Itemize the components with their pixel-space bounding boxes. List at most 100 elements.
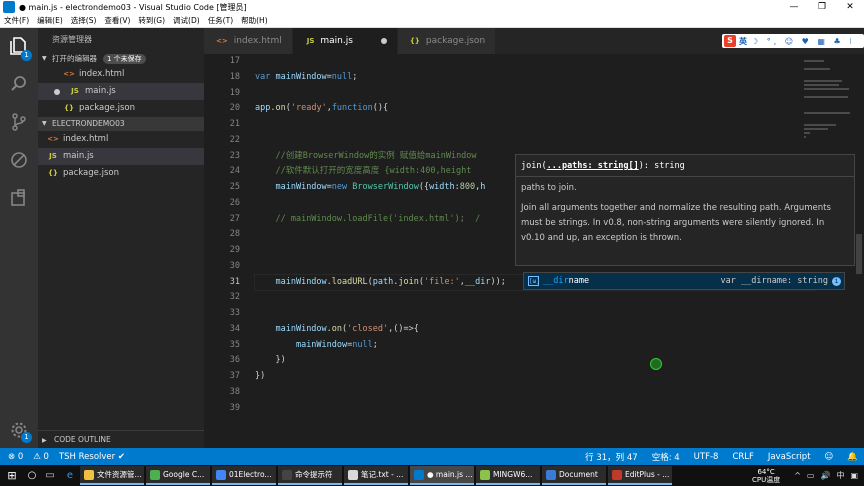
function-description: Join all arguments together and normaliz… <box>521 203 831 243</box>
line-number: 19 <box>229 87 240 98</box>
ime-toolbar[interactable]: S 英 ☽ °, ☺ ♥ ▦ ♣ ⁝ <box>722 34 864 48</box>
code-line[interactable] <box>255 133 815 149</box>
input-language-icon[interactable]: 中 <box>836 470 844 481</box>
menu-view[interactable]: 查看(V) <box>104 15 130 26</box>
tab-package-json[interactable]: {} package.json <box>397 28 497 54</box>
menu-tasks[interactable]: 任务(T) <box>208 15 233 26</box>
ime-mode[interactable]: 英 <box>739 36 747 47</box>
code-editor[interactable]: 17 18 19 20 21 22 23 24 25 26 27 28 29 30 31 32 33 34 35 36… <box>204 54 864 448</box>
line-number: 21 <box>229 119 240 129</box>
project-file-index-html[interactable]: <> index.html <box>38 131 204 148</box>
taskbar-app[interactable]: Google C... <box>146 466 210 485</box>
taskbar-app[interactable]: 命令提示符 <box>278 466 342 485</box>
taskbar-app[interactable]: 01Electro... <box>212 466 276 485</box>
menu-goto[interactable]: 转到(G) <box>138 15 165 26</box>
volume-icon[interactable]: 🔊 <box>820 471 830 480</box>
errors-count[interactable]: ⊗ 0 <box>8 452 23 462</box>
js-file-icon: JS <box>71 87 79 95</box>
unsaved-dot-icon[interactable] <box>380 38 387 44</box>
code-outline-header[interactable]: ▶ CODE OUTLINE <box>38 430 204 448</box>
ime-tool-icons[interactable]: ☽ °, ☺ ♥ ▦ ♣ ⁝ <box>751 37 855 46</box>
close-button[interactable]: ✕ <box>836 2 864 12</box>
vertical-scrollbar[interactable] <box>854 54 864 448</box>
code-line[interactable] <box>255 290 815 306</box>
warnings-count[interactable]: ⚠ 0 <box>33 452 49 462</box>
code-line[interactable]: mainWindow.on('closed',()=>{ <box>255 322 815 338</box>
code-line[interactable] <box>255 54 815 70</box>
minimap-line <box>804 80 842 82</box>
taskbar-app[interactable]: 笔记.txt - ... <box>344 466 408 485</box>
taskbar-app[interactable]: Document <box>542 466 606 485</box>
language-mode[interactable]: JavaScript <box>768 452 811 462</box>
minimize-button[interactable]: — <box>780 2 808 12</box>
tsh-resolver[interactable]: TSH Resolver ✔ <box>59 452 125 462</box>
encoding[interactable]: UTF-8 <box>694 452 719 462</box>
file-label: main.js <box>85 86 116 96</box>
open-editor-package-json[interactable]: {} package.json <box>38 100 204 117</box>
menu-file[interactable]: 文件(F) <box>4 15 29 26</box>
maximize-button[interactable]: ❐ <box>808 2 836 12</box>
battery-icon[interactable]: ▭ <box>807 471 815 480</box>
task-view-icon[interactable]: ▭ <box>40 470 60 481</box>
windows-start-icon[interactable]: ⊞ <box>0 469 24 482</box>
menu-help[interactable]: 帮助(H) <box>241 15 268 26</box>
project-file-main-js[interactable]: JS main.js <box>38 148 204 165</box>
minimap-line <box>804 128 828 130</box>
cortana-icon[interactable]: ○ <box>24 470 40 481</box>
code-line[interactable] <box>255 385 815 401</box>
extensions-icon[interactable] <box>9 188 29 208</box>
menu-debug[interactable]: 调试(D) <box>173 15 200 26</box>
code-line[interactable]: mainWindow=null; <box>255 338 815 354</box>
tray-expand-icon[interactable]: ^ <box>794 471 801 480</box>
app-label: 命令提示符 <box>295 470 333 479</box>
feedback-icon[interactable]: ☺ <box>825 452 834 462</box>
edge-icon[interactable]: e <box>60 470 80 481</box>
chevron-down-icon: ▼ <box>42 120 47 127</box>
notification-bell-icon[interactable]: 🔔 <box>847 452 858 462</box>
action-center-icon[interactable]: ▣ <box>850 471 858 480</box>
cpu-temperature[interactable]: 64°C CPU温度 <box>752 468 780 484</box>
taskbar-app[interactable]: MINGW6... <box>476 466 540 485</box>
minimap[interactable] <box>804 54 850 138</box>
scrollbar-thumb[interactable] <box>856 234 862 274</box>
app-label: MINGW6... <box>493 470 533 479</box>
code-line[interactable] <box>255 401 815 417</box>
code-line[interactable] <box>255 86 815 102</box>
line-number: 37 <box>229 371 240 381</box>
indentation[interactable]: 空格: 4 <box>652 451 680 463</box>
code-line[interactable]: var mainWindow=null; <box>255 70 815 86</box>
taskbar-app[interactable]: EditPlus - ... <box>608 466 672 485</box>
project-file-package-json[interactable]: {} package.json <box>38 165 204 182</box>
tab-main-js[interactable]: JS main.js <box>292 28 398 54</box>
line-number: 26 <box>229 197 240 208</box>
taskbar-app[interactable]: 文件资源管... <box>80 466 144 485</box>
unsaved-dot-icon <box>54 88 60 95</box>
info-icon[interactable]: i <box>832 276 841 286</box>
debug-icon[interactable] <box>9 150 29 170</box>
line-number: 34 <box>229 323 240 334</box>
end-of-line[interactable]: CRLF <box>732 452 753 462</box>
tab-index-html[interactable]: <> index.html <box>204 28 293 54</box>
taskbar-apps: 文件资源管... Google C... 01Electro... 命令提示符 笔记.t… <box>80 466 674 485</box>
search-icon[interactable] <box>9 74 29 94</box>
open-editors-header[interactable]: ▼ 打开的编辑器 1 个未保存 <box>38 52 204 66</box>
code-line[interactable]: }) <box>255 353 815 369</box>
project-folder-header[interactable]: ▼ ELECTRONDEMO03 <box>38 117 204 131</box>
signature-prefix: join( <box>521 161 547 171</box>
file-label: package.json <box>63 168 119 178</box>
code-line[interactable]: app.on('ready',function(){ <box>255 101 815 117</box>
open-editor-index-html[interactable]: <> index.html <box>38 66 204 83</box>
app-icon <box>546 469 556 480</box>
file-label: index.html <box>79 69 125 79</box>
menu-edit[interactable]: 编辑(E) <box>37 15 63 26</box>
cursor-position[interactable]: 行 31，列 47 <box>585 451 638 463</box>
open-editor-main-js[interactable]: JS main.js <box>38 83 204 100</box>
code-line[interactable] <box>255 117 815 133</box>
source-control-icon[interactable] <box>9 112 29 132</box>
code-line[interactable] <box>255 306 815 322</box>
menu-selection[interactable]: 选择(S) <box>71 15 97 26</box>
code-line[interactable]: }) <box>255 369 815 385</box>
suggestion-item[interactable]: [ω] __dirname var __dirname: string i <box>523 272 845 290</box>
sogou-logo-icon: S <box>724 35 736 47</box>
taskbar-app[interactable]: ● main.js ... <box>410 466 474 485</box>
